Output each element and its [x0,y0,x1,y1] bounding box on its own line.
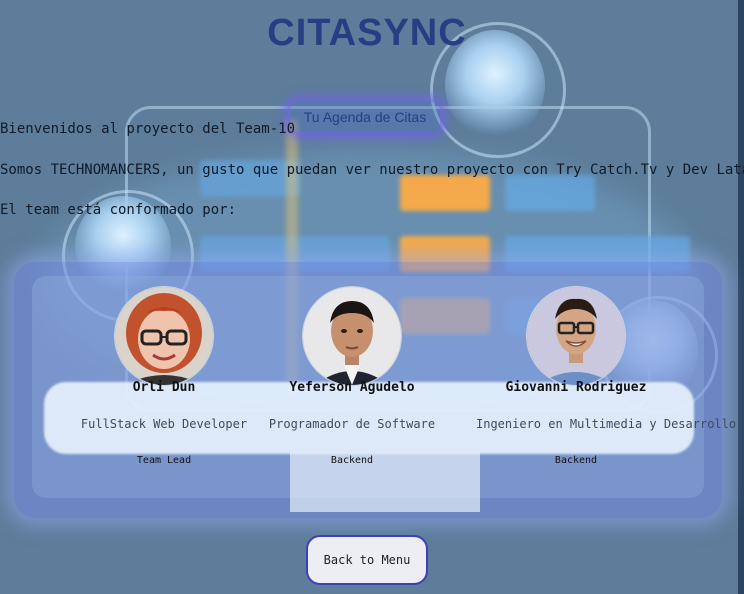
member-role: Programador de Software [268,417,436,431]
team-description: Somos TECHNOMANCERS, un gusto que puedan… [0,162,744,178]
team-member-card: Yeferson Agudelo Programador de Software… [252,286,452,466]
member-tag: Backend [330,455,374,466]
avatar [526,286,626,386]
avatar [114,286,214,386]
member-tag: Team Lead [136,455,192,466]
member-name: Orli Dun [132,380,196,395]
team-member-card: Orli Dun FullStack Web Developer Team Le… [64,286,264,466]
team-intro-text: El team está conformado por: [0,202,237,218]
page-title: CITASYNC [267,12,467,54]
member-role: Ingeniero en Multimedia y Desarrollo [476,417,737,431]
member-name: Yeferson Agudelo [289,380,415,395]
page-subtitle: Tu Agenda de Citas [290,102,440,132]
member-tag: Backend [554,455,598,466]
member-role: FullStack Web Developer [80,417,248,431]
avatar [302,286,402,386]
welcome-text: Bienvenidos al proyecto del Team-10 [0,121,296,137]
member-name: Giovanni Rodriguez [505,380,647,395]
back-to-menu-button[interactable]: Back to Menu [306,535,428,585]
team-member-card: Giovanni Rodriguez Ingeniero en Multimed… [476,286,737,466]
